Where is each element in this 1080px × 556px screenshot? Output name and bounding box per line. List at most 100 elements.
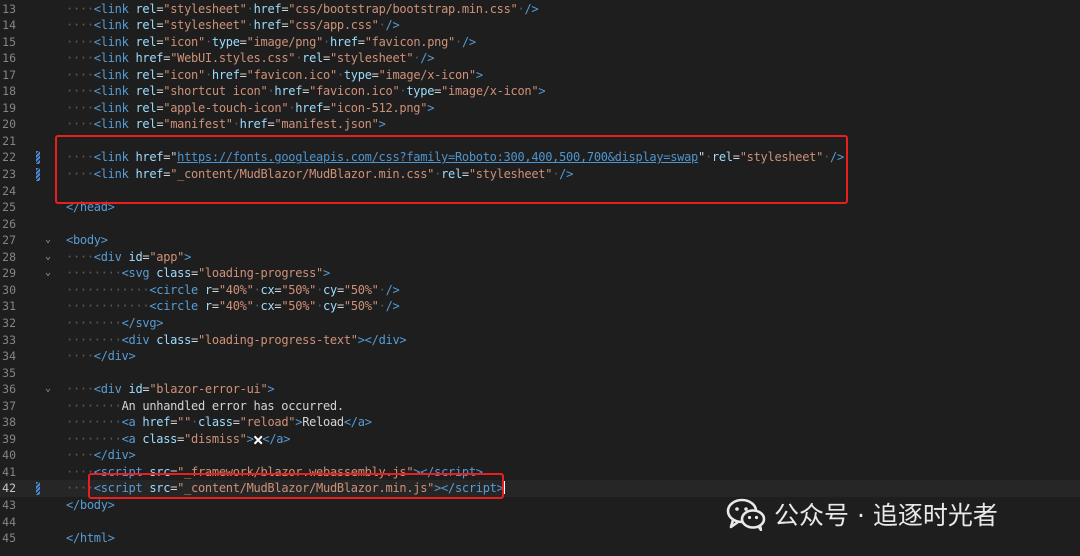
code-token: "	[698, 150, 705, 165]
code-token: script	[434, 464, 476, 479]
code-token: <	[121, 415, 129, 430]
code-token: />	[559, 167, 574, 181]
code-token: >	[184, 249, 192, 264]
code-line[interactable]: 25 </head>	[0, 199, 1080, 216]
code-line[interactable]: 19 ····<link rel="apple-touch-icon"·href=…	[0, 100, 1080, 117]
change-marker	[36, 36, 40, 49]
code-line[interactable]: 24	[0, 183, 1080, 200]
code-editor[interactable]: 13 ····<link rel="stylesheet"·href="css/b…	[0, 0, 1080, 556]
code-token: =	[191, 332, 198, 347]
code-token: =	[371, 67, 379, 82]
change-marker	[36, 367, 40, 380]
code-token: href	[211, 67, 240, 82]
code-token: ·	[204, 67, 212, 82]
code-token: <	[93, 18, 101, 33]
code-token: "apple-touch-icon"	[163, 100, 289, 115]
code-token: "manifest"	[163, 117, 233, 132]
line-number: 41	[2, 464, 16, 479]
code-line[interactable]: 31 ············<circle r="40%"·cx="50%"·c…	[0, 298, 1080, 315]
code-line[interactable]: 37 ········An unhandled error has occurre…	[0, 398, 1080, 415]
code-line[interactable]: 33 ········<div class="loading-progress-t…	[0, 332, 1080, 349]
code-token: type	[211, 34, 240, 49]
line-number: 18	[2, 84, 16, 99]
code-line[interactable]: 21	[0, 133, 1080, 150]
code-text: </body>	[66, 497, 115, 514]
code-token: div	[107, 349, 129, 364]
wechat-icon	[726, 498, 766, 531]
code-line[interactable]: 34 ····</div>	[0, 348, 1080, 365]
code-line[interactable]: 36 ⌄ ····<div id="blazor-error-ui">	[0, 381, 1080, 398]
code-token: cy	[323, 299, 337, 314]
code-line[interactable]: 28 ⌄ ····<div id="app">	[0, 249, 1080, 266]
change-marker	[36, 251, 40, 264]
code-token: script	[100, 481, 150, 496]
code-token: svg	[135, 315, 157, 330]
code-line[interactable]: 22 ····<link href = "https://fonts.googleap…	[0, 149, 1080, 166]
code-token: div	[100, 249, 129, 264]
code-line[interactable]: 41 ····<script src="_framework/blazor.web…	[0, 464, 1080, 481]
code-line[interactable]: 14 ····<link rel="stylesheet"·href="css/a…	[0, 17, 1080, 34]
code-token: <	[121, 266, 129, 281]
indent-whitespace: ····	[66, 464, 94, 479]
fold-chevron-icon[interactable]: ⌄	[45, 381, 51, 398]
code-token: div	[107, 448, 129, 463]
code-token: >	[378, 117, 386, 132]
code-token: =	[211, 282, 219, 297]
code-line[interactable]: 13 ····<link rel="stylesheet"·href="css/b…	[0, 1, 1080, 18]
code-token: />	[420, 51, 435, 66]
code-token: ></	[413, 464, 435, 479]
code-line[interactable]: 27 ⌄ <body>	[0, 232, 1080, 249]
code-token: </	[93, 448, 108, 463]
code-text: ····<script src="_content/MudBlazor/MudB…	[66, 480, 505, 497]
line-number: 31	[2, 299, 16, 314]
code-token: <	[93, 150, 101, 165]
change-marker	[36, 317, 40, 330]
code-text: ········An unhandled error has occurred.	[66, 398, 344, 415]
indent-whitespace: ····	[66, 1, 94, 16]
code-text: ····<link rel="apple-touch-icon"·href="i…	[66, 100, 434, 117]
code-token: rel	[441, 167, 462, 181]
code-line[interactable]: 29 ⌄ ········<svg class="loading-progress"…	[0, 265, 1080, 282]
indent-whitespace: ····	[66, 18, 94, 33]
indent-whitespace: ····	[66, 117, 94, 132]
fold-chevron-icon[interactable]: ⌄	[45, 232, 51, 249]
code-token: https://fonts.googleapis.com/css?family=…	[177, 150, 699, 165]
code-line[interactable]: 32 ········</svg>	[0, 315, 1080, 332]
code-token: link	[100, 51, 136, 66]
code-token: <	[93, 100, 101, 115]
indent-whitespace: ····	[66, 100, 94, 115]
line-number: 45	[2, 531, 16, 546]
code-token: r	[204, 299, 212, 314]
code-line[interactable]: 23 ····<link href = "_content/MudBlazor/Mud…	[0, 166, 1080, 183]
line-number: 36	[2, 382, 16, 397]
indent-whitespace: ····	[66, 349, 94, 364]
code-line[interactable]: 40 ····</div>	[0, 447, 1080, 464]
fold-chevron-icon[interactable]: ⌄	[45, 249, 51, 266]
code-token: "50%"	[343, 299, 379, 314]
code-line[interactable]: 15 ····<link rel="icon"·type="image/png"·…	[0, 34, 1080, 51]
code-line[interactable]: 26	[0, 216, 1080, 233]
code-line[interactable]: 16 ····<link href="WebUI.styles.css"·rel=…	[0, 50, 1080, 67]
line-number: 40	[2, 448, 16, 463]
code-token: <	[121, 431, 129, 446]
code-line[interactable]: 20 ····<link rel="manifest"·href="manifes…	[0, 116, 1080, 133]
indent-whitespace: ····	[66, 481, 94, 496]
change-marker	[36, 449, 40, 462]
indent-whitespace: ········	[66, 315, 122, 330]
code-line[interactable]: 18 ····<link rel="shortcut icon"·href="fa…	[0, 83, 1080, 100]
code-line[interactable]: 39 ········<a class="dismiss">🗙</a>	[0, 431, 1080, 448]
change-marker	[36, 383, 40, 396]
code-token: link	[100, 34, 136, 49]
code-line[interactable]: 38 ········<a href=""·class="reload">Relo…	[0, 414, 1080, 431]
code-line[interactable]: 35	[0, 365, 1080, 382]
change-marker	[36, 185, 40, 198]
code-text: ····<link rel="stylesheet"·href="css/boo…	[66, 1, 539, 18]
line-number: 25	[2, 200, 16, 215]
code-token: class	[156, 266, 192, 281]
fold-chevron-icon[interactable]: ⌄	[45, 265, 51, 282]
line-number: 44	[2, 514, 16, 529]
code-line[interactable]: 17 ····<link rel="icon"·href="favicon.ico…	[0, 67, 1080, 84]
code-token: rel	[135, 100, 157, 115]
code-line[interactable]: 30 ············<circle r="40%"·cx="50%"·c…	[0, 282, 1080, 299]
code-text: ····<link rel="manifest"·href="manifest.…	[66, 116, 386, 133]
